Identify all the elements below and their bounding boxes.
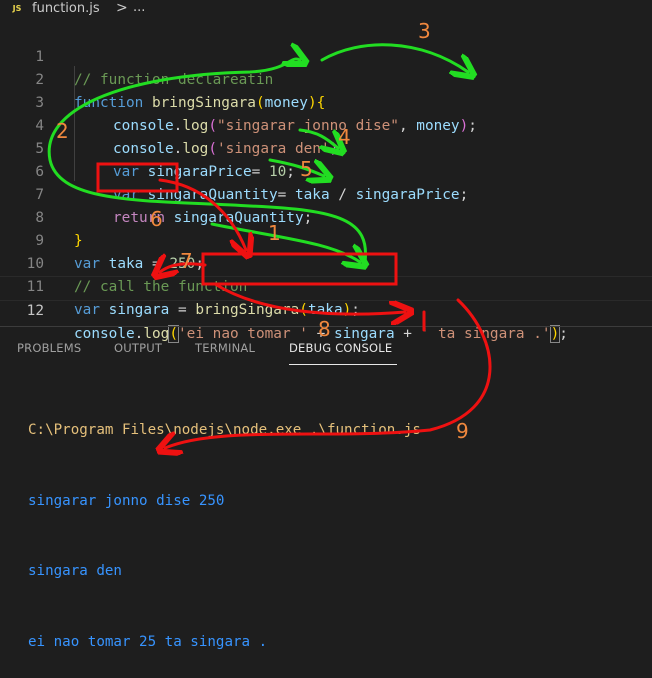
line-number: 12 bbox=[26, 303, 44, 319]
bracket: ( bbox=[299, 302, 308, 318]
function-call: bringSingara bbox=[195, 302, 300, 318]
console-command-line: C:\Program Files\nodejs\node.exe .\funct… bbox=[28, 422, 421, 438]
code-line-11[interactable]: 11 var singara = bringSingara(taka); bbox=[0, 253, 652, 318]
breadcrumb: JS function.js > ... bbox=[0, 0, 652, 20]
code-line-3[interactable]: 3 console.log("singarar jonno dise", mon… bbox=[0, 69, 652, 134]
console-output-line: singarar jonno dise 250 bbox=[28, 492, 225, 509]
tab-problems[interactable]: PROBLEMS bbox=[17, 341, 81, 355]
console-output-line: ei nao tomar 25 ta singara . bbox=[28, 633, 268, 650]
code-editor[interactable]: 1 // function declareatin 2 function bri… bbox=[0, 20, 652, 343]
javascript-file-icon: JS bbox=[12, 4, 22, 13]
panel-divider[interactable] bbox=[0, 326, 652, 327]
tab-output[interactable]: OUTPUT bbox=[114, 341, 162, 355]
annotation-number: 9 bbox=[456, 419, 469, 443]
semicolon: ; bbox=[351, 302, 360, 318]
bracket: ) bbox=[342, 302, 352, 318]
argument: taka bbox=[307, 302, 343, 318]
tab-terminal[interactable]: TERMINAL bbox=[195, 341, 255, 355]
code-line-7[interactable]: 7 return singaraQuantity; bbox=[0, 161, 652, 226]
debug-console-output[interactable]: C:\Program Files\nodejs\node.exe .\funct… bbox=[28, 372, 421, 678]
code-line-2[interactable]: 2 function bringSingara(money){ bbox=[0, 46, 652, 111]
code-line-4[interactable]: 4 console.log('singara den'); bbox=[0, 92, 652, 157]
code-line-6[interactable]: 6 var singaraQuantity= taka / singaraPri… bbox=[0, 138, 652, 203]
active-tab-indicator bbox=[289, 364, 397, 365]
code-line-5[interactable]: 5 var singaraPrice= 10; bbox=[0, 115, 652, 180]
breadcrumb-more[interactable]: ... bbox=[133, 0, 145, 15]
console-output-line: singara den bbox=[28, 563, 122, 579]
keyword: var bbox=[74, 302, 100, 318]
code-line-12[interactable]: 12 console.log('ei nao tomar ' + singara… bbox=[0, 276, 652, 343]
chevron-right-icon: > bbox=[116, 0, 128, 16]
panel-tabs: PROBLEMS OUTPUT TERMINAL DEBUG CONSOLE bbox=[0, 333, 652, 367]
code-line-9[interactable]: 9 var taka = 250; bbox=[0, 207, 652, 272]
code-line-1[interactable]: 1 // function declareatin bbox=[0, 23, 652, 88]
code-line-10[interactable]: 10 // call the function bbox=[0, 230, 652, 295]
tab-debug-console[interactable]: DEBUG CONSOLE bbox=[289, 341, 392, 355]
breadcrumb-file[interactable]: function.js bbox=[32, 1, 100, 16]
variable: singara bbox=[108, 302, 170, 318]
code-line-8[interactable]: 8 } bbox=[0, 184, 652, 249]
operator: = bbox=[169, 302, 196, 318]
